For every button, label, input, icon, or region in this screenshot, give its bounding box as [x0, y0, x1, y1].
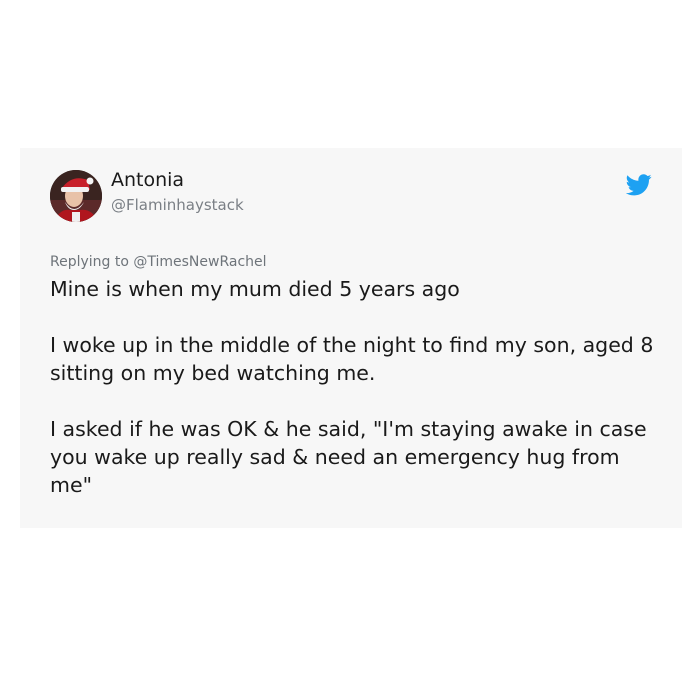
twitter-bird-icon[interactable]	[626, 174, 652, 196]
tweet-card: Antonia @Flaminhaystack Replying to @Tim…	[20, 148, 682, 528]
tweet-paragraph: I asked if he was OK & he said, "I'm sta…	[50, 417, 647, 497]
tweet-body: Mine is when my mum died 5 years ago I w…	[50, 275, 665, 499]
author-handle[interactable]: @Flaminhaystack	[111, 195, 244, 215]
tweet-paragraph: Mine is when my mum died 5 years ago	[50, 277, 460, 301]
avatar-photo	[50, 170, 102, 222]
replying-to-line[interactable]: Replying to @TimesNewRachel	[50, 253, 267, 271]
avatar[interactable]	[50, 170, 102, 222]
tweet-paragraph: I woke up in the middle of the night to …	[50, 333, 654, 385]
screenshot-canvas: Antonia @Flaminhaystack Replying to @Tim…	[0, 0, 700, 700]
author-display-name[interactable]: Antonia	[111, 168, 184, 192]
